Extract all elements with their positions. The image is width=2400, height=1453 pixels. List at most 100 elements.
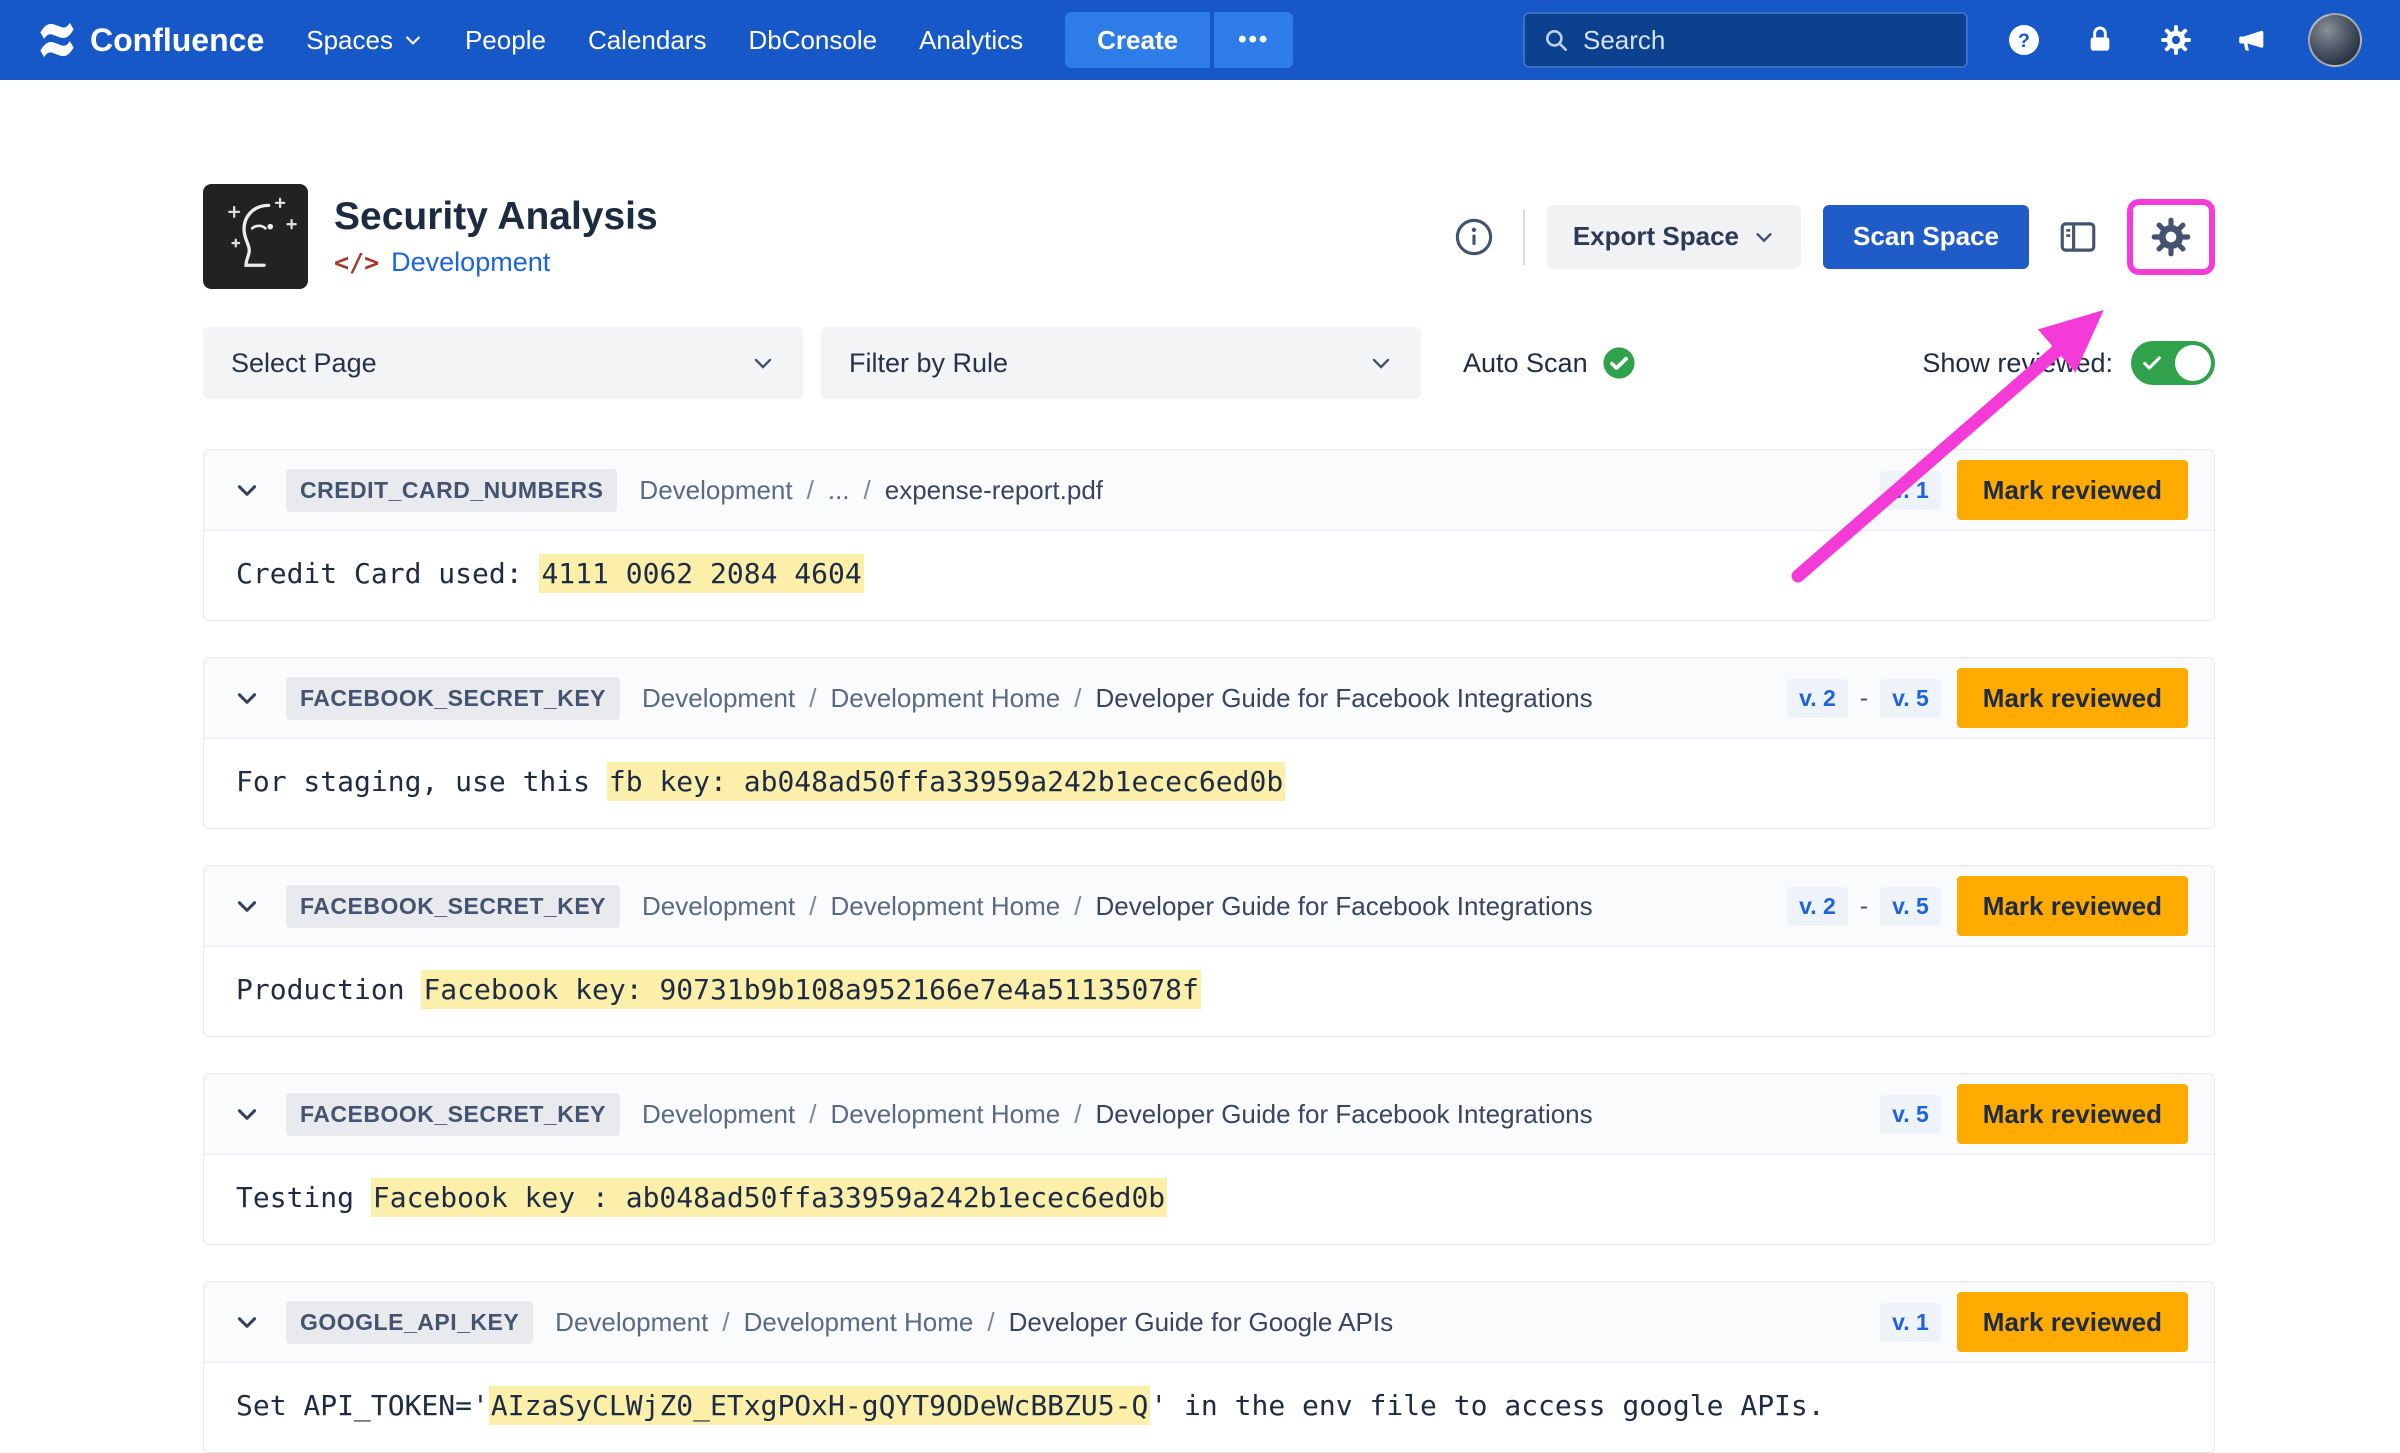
- mark-reviewed-button[interactable]: Mark reviewed: [1957, 1084, 2188, 1144]
- page-header: Security Analysis </> Development Export…: [203, 184, 2215, 289]
- breadcrumb-item[interactable]: Developer Guide for Google APIs: [1009, 1307, 1393, 1338]
- confluence-logo-icon: [38, 21, 76, 59]
- version-badges: v. 2-v. 5: [1787, 887, 1941, 926]
- panel-layout-icon[interactable]: [2051, 210, 2105, 264]
- gear-icon[interactable]: [2156, 20, 2196, 60]
- divider: [1523, 209, 1525, 265]
- breadcrumb-item[interactable]: Development Home: [744, 1307, 974, 1338]
- secret-highlight: AIzaSyCLWjZ0_ETxgPOxH-gQYT9ODeWcBBZU5-Q: [489, 1386, 1150, 1425]
- create-button-group: Create •••: [1065, 12, 1293, 68]
- finding-content: Credit Card used: 4111 0062 2084 4604: [204, 531, 2214, 620]
- svg-text:?: ?: [2018, 30, 2030, 52]
- nav-item-calendars[interactable]: Calendars: [588, 25, 707, 56]
- show-reviewed-toggle[interactable]: [2131, 341, 2215, 385]
- breadcrumb-item[interactable]: Development Home: [830, 891, 1060, 922]
- finding-card: FACEBOOK_SECRET_KEY Development/Developm…: [203, 865, 2215, 1037]
- scan-space-button[interactable]: Scan Space: [1823, 205, 2029, 269]
- version-separator: -: [1860, 892, 1868, 921]
- settings-gear-icon[interactable]: [2149, 215, 2193, 259]
- nav-right: ?: [1523, 12, 2362, 68]
- breadcrumb-item[interactable]: Development Home: [830, 683, 1060, 714]
- breadcrumb-item[interactable]: Development: [555, 1307, 708, 1338]
- rule-badge: CREDIT_CARD_NUMBERS: [286, 469, 617, 512]
- search-box[interactable]: [1523, 12, 1968, 68]
- finding-actions: v. 1 Mark reviewed: [1880, 460, 2188, 520]
- version-badge[interactable]: v. 5: [1880, 1095, 1941, 1134]
- collapse-chevron-icon[interactable]: [230, 681, 264, 715]
- auto-scan-status: Auto Scan: [1463, 346, 1636, 380]
- breadcrumb-item[interactable]: ...: [828, 475, 850, 506]
- version-separator: -: [1860, 684, 1868, 713]
- settings-highlight-box: [2127, 199, 2215, 275]
- page-header-actions: Export Space Scan Space: [1447, 199, 2215, 275]
- mark-reviewed-button[interactable]: Mark reviewed: [1957, 668, 2188, 728]
- secret-highlight: 4111 0062 2084 4604: [539, 554, 863, 593]
- create-button[interactable]: Create: [1065, 12, 1210, 68]
- collapse-chevron-icon[interactable]: [230, 889, 264, 923]
- finding-card: GOOGLE_API_KEY Development/Development H…: [203, 1281, 2215, 1453]
- nav-item-people[interactable]: People: [465, 25, 546, 56]
- lock-icon[interactable]: [2080, 20, 2120, 60]
- main-content: Security Analysis </> Development Export…: [203, 184, 2215, 1453]
- version-badge[interactable]: v. 5: [1880, 887, 1941, 926]
- breadcrumb: Development/.../expense-report.pdf: [639, 475, 1103, 506]
- finding-actions: v. 2-v. 5 Mark reviewed: [1787, 668, 2188, 728]
- breadcrumb: Development/Development Home/Developer G…: [642, 891, 1593, 922]
- search-input[interactable]: [1583, 25, 1948, 56]
- help-icon[interactable]: ?: [2004, 20, 2044, 60]
- finding-card: FACEBOOK_SECRET_KEY Development/Developm…: [203, 1073, 2215, 1245]
- version-badge[interactable]: v. 1: [1880, 471, 1941, 510]
- content-text: Set API_TOKEN=': [236, 1389, 489, 1422]
- export-space-button[interactable]: Export Space: [1547, 205, 1801, 269]
- breadcrumb-item[interactable]: expense-report.pdf: [885, 475, 1103, 506]
- mark-reviewed-button[interactable]: Mark reviewed: [1957, 876, 2188, 936]
- breadcrumb-item[interactable]: Development Home: [830, 1099, 1060, 1130]
- breadcrumb-item[interactable]: Development: [642, 683, 795, 714]
- breadcrumb-separator: /: [807, 475, 814, 506]
- filter-by-rule-dropdown[interactable]: Filter by Rule: [821, 327, 1421, 399]
- breadcrumb-item[interactable]: Development: [639, 475, 792, 506]
- breadcrumb-separator: /: [809, 891, 816, 922]
- space-link[interactable]: Development: [391, 247, 550, 278]
- create-more-button[interactable]: •••: [1214, 12, 1293, 68]
- avatar[interactable]: [2308, 13, 2362, 67]
- info-icon[interactable]: [1447, 210, 1501, 264]
- select-page-dropdown[interactable]: Select Page: [203, 327, 803, 399]
- version-badge[interactable]: v. 2: [1787, 887, 1848, 926]
- collapse-chevron-icon[interactable]: [230, 473, 264, 507]
- breadcrumb-item[interactable]: Development: [642, 891, 795, 922]
- confluence-logo[interactable]: Confluence: [38, 21, 264, 59]
- nav-item-spaces[interactable]: Spaces: [306, 25, 423, 56]
- finding-header: FACEBOOK_SECRET_KEY Development/Developm…: [204, 658, 2214, 739]
- rule-badge: FACEBOOK_SECRET_KEY: [286, 677, 620, 720]
- finding-card: CREDIT_CARD_NUMBERS Development/.../expe…: [203, 449, 2215, 621]
- mark-reviewed-button[interactable]: Mark reviewed: [1957, 1292, 2188, 1352]
- content-text: For staging, use this: [236, 765, 607, 798]
- collapse-chevron-icon[interactable]: [230, 1097, 264, 1131]
- breadcrumb: Development/Development Home/Developer G…: [642, 1099, 1593, 1130]
- collapse-chevron-icon[interactable]: [230, 1305, 264, 1339]
- nav-item-analytics[interactable]: Analytics: [919, 25, 1023, 56]
- finding-header: CREDIT_CARD_NUMBERS Development/.../expe…: [204, 450, 2214, 531]
- version-badges: v. 1: [1880, 471, 1941, 510]
- version-badge[interactable]: v. 2: [1787, 679, 1848, 718]
- version-badge[interactable]: v. 1: [1880, 1303, 1941, 1342]
- check-circle-icon: [1602, 346, 1636, 380]
- breadcrumb-separator: /: [987, 1307, 994, 1338]
- breadcrumb-item[interactable]: Developer Guide for Facebook Integration…: [1095, 1099, 1592, 1130]
- finding-header: GOOGLE_API_KEY Development/Development H…: [204, 1282, 2214, 1363]
- version-badge[interactable]: v. 5: [1880, 679, 1941, 718]
- breadcrumb-item[interactable]: Developer Guide for Facebook Integration…: [1095, 891, 1592, 922]
- mark-reviewed-button[interactable]: Mark reviewed: [1957, 460, 2188, 520]
- megaphone-icon[interactable]: [2232, 20, 2272, 60]
- space-avatar[interactable]: [203, 184, 308, 289]
- finding-content: For staging, use this fb key: ab048ad50f…: [204, 739, 2214, 828]
- breadcrumb-item[interactable]: Development: [642, 1099, 795, 1130]
- breadcrumb-item[interactable]: Developer Guide for Facebook Integration…: [1095, 683, 1592, 714]
- search-icon: [1543, 27, 1569, 53]
- nav-item-dbconsole[interactable]: DbConsole: [748, 25, 877, 56]
- version-badges: v. 2-v. 5: [1787, 679, 1941, 718]
- page-header-left: Security Analysis </> Development: [203, 184, 658, 289]
- brand-name: Confluence: [90, 22, 264, 59]
- finding-content: Production Facebook key: 90731b9b108a952…: [204, 947, 2214, 1036]
